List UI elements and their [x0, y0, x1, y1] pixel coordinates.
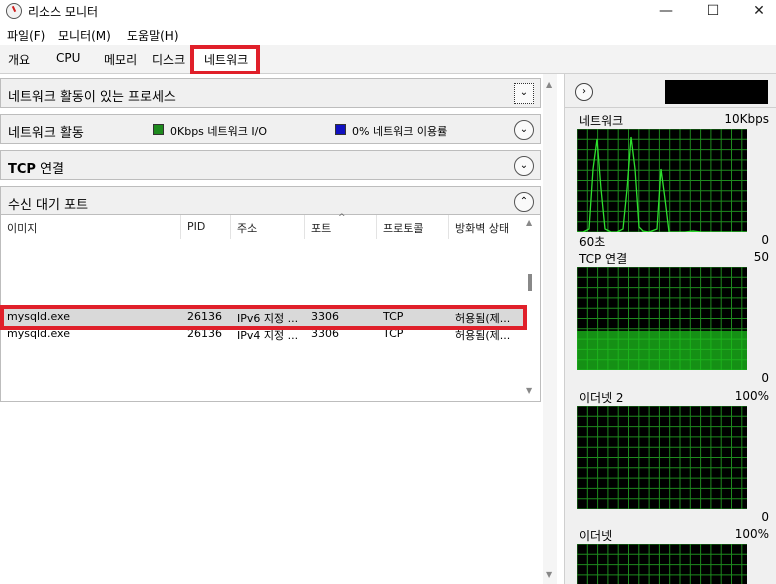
- graph-max: 50: [753, 250, 769, 264]
- graph-max: 100%: [734, 389, 769, 403]
- section-network-activity[interactable]: 네트워크 활동 0Kbps 네트워크 I/O 0% 네트워크 이용률 ⌄: [0, 114, 541, 144]
- minimize-button[interactable]: —: [643, 0, 689, 24]
- tcp-fill: [577, 330, 747, 370]
- graph-label: 이더넷: [579, 529, 613, 543]
- chevron-down-icon[interactable]: ⌄: [514, 156, 534, 176]
- close-button[interactable]: ✕: [736, 0, 776, 24]
- io-legend-swatch: [153, 124, 164, 135]
- chevron-right-icon[interactable]: ›: [575, 83, 593, 101]
- col-port[interactable]: 포트 ^: [305, 213, 377, 239]
- menu-help[interactable]: 도움말(H): [127, 27, 179, 44]
- view-selector[interactable]: [665, 80, 768, 104]
- col-address[interactable]: 주소: [231, 215, 305, 239]
- util-legend-swatch: [335, 124, 346, 135]
- section-title: 수신 대기 포트: [8, 198, 89, 213]
- chevron-up-icon[interactable]: ⌃: [514, 192, 534, 212]
- section-tcp-connections[interactable]: TCP 연결 ⌄: [0, 150, 541, 180]
- col-protocol[interactable]: 프로토콜: [377, 215, 449, 239]
- graph-grid: [577, 544, 747, 584]
- scroll-down-icon[interactable]: ▼: [546, 570, 552, 579]
- graph-min: 0: [761, 371, 769, 385]
- graph-label: TCP 연결: [579, 252, 628, 266]
- ethernet-graph: [577, 544, 747, 584]
- section-title: TCP 연결: [8, 158, 64, 177]
- col-port-label: 포트: [311, 222, 332, 235]
- chevron-down-icon[interactable]: ⌄: [514, 83, 534, 104]
- table-scroll-up-icon[interactable]: ▲: [526, 218, 532, 227]
- sort-ascending-icon: ^: [338, 213, 346, 223]
- network-graph: [577, 129, 747, 232]
- tcp-graph: [577, 267, 747, 370]
- menu-monitor[interactable]: 모니터(M): [58, 27, 111, 44]
- scroll-up-icon[interactable]: ▲: [546, 80, 552, 89]
- tab-memory[interactable]: 메모리: [104, 51, 137, 68]
- left-pane: 네트워크 활동이 있는 프로세스 ⌄ 네트워크 활동 0Kbps 네트워크 I/…: [0, 74, 543, 584]
- section-listening-ports[interactable]: 수신 대기 포트 ⌃: [0, 186, 541, 216]
- network-graph-panel: 네트워크 10Kbps 60초 0: [573, 110, 773, 250]
- graph-pane: › 네트워크 10Kbps 60초 0 TCP 연결 50 0 이더넷 2 10…: [564, 74, 776, 584]
- graph-min: 0: [761, 233, 769, 247]
- graph-label: 네트워크: [579, 114, 624, 128]
- graph-max: 100%: [734, 527, 769, 541]
- util-legend-text: 0% 네트워크 이용률: [352, 125, 448, 138]
- highlight-box: [0, 305, 527, 330]
- graph-pane-header: ›: [565, 74, 776, 108]
- menu-file[interactable]: 파일(F): [7, 27, 45, 44]
- tab-bar: 개요 CPU 메모리 디스크 네트워크: [0, 45, 776, 75]
- tab-network-label: 네트워크: [204, 53, 249, 67]
- ethernet2-graph: [577, 406, 747, 509]
- chevron-down-icon[interactable]: ⌄: [514, 120, 534, 140]
- graph-max: 10Kbps: [724, 112, 769, 126]
- graph-grid: [577, 406, 747, 509]
- tab-cpu[interactable]: CPU: [56, 51, 80, 65]
- col-firewall[interactable]: 방화벽 상태: [449, 215, 526, 239]
- col-image[interactable]: 이미지: [1, 215, 181, 239]
- window-title: 리소스 모니터: [28, 5, 99, 19]
- io-legend-text: 0Kbps 네트워크 I/O: [170, 125, 267, 138]
- maximize-button[interactable]: ☐: [690, 0, 736, 24]
- tcp-graph-panel: TCP 연결 50 0: [573, 250, 773, 388]
- main-scrollbar[interactable]: ▲ ▼: [543, 74, 557, 584]
- section-network-processes[interactable]: 네트워크 활동이 있는 프로세스 ⌄: [0, 78, 541, 108]
- graph-min: 0: [761, 510, 769, 524]
- tcp-bold: TCP: [8, 162, 36, 177]
- table-scroll-down-icon[interactable]: ▼: [526, 386, 532, 395]
- ethernet-graph-panel: 이더넷 100%: [573, 526, 773, 584]
- tab-overview[interactable]: 개요: [8, 51, 30, 68]
- title-bar: 리소스 모니터 — ☐ ✕: [0, 0, 776, 24]
- graph-label: 이더넷 2: [579, 391, 624, 405]
- ethernet2-graph-panel: 이더넷 2 100% 0: [573, 388, 773, 526]
- graph-time-label: 60초: [579, 235, 606, 249]
- tab-disk[interactable]: 디스크: [152, 51, 185, 68]
- tab-network[interactable]: 네트워크: [190, 45, 260, 75]
- tcp-rest: 연결: [35, 162, 64, 177]
- section-title: 네트워크 활동: [8, 126, 84, 141]
- col-pid[interactable]: PID: [181, 215, 231, 239]
- resource-monitor-icon: [6, 3, 22, 19]
- table-scrollbar-thumb[interactable]: [528, 274, 532, 291]
- section-title: 네트워크 활동이 있는 프로세스: [8, 90, 176, 105]
- menu-bar: 파일(F) 모니터(M) 도움말(H): [0, 24, 776, 45]
